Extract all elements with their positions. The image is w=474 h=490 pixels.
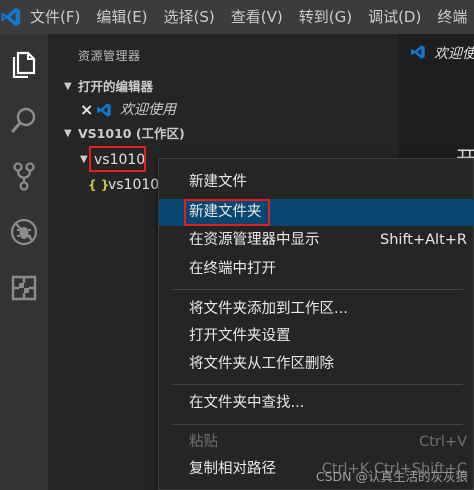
open-editors-label: 打开的编辑器 (78, 79, 154, 94)
menu-item-remove-folder-from-workspace[interactable]: 将文件夹从工作区删除 (159, 351, 474, 378)
menu-item-reveal-in-explorer[interactable]: 在资源管理器中显示 Shift+Alt+R (159, 227, 474, 254)
menu-item-new-folder[interactable]: 新建文件夹 (159, 199, 474, 226)
menu-item-find-in-folder[interactable]: 在文件夹中查找... (159, 390, 474, 417)
menu-item-label: 新建文件 (189, 174, 247, 190)
chevron-down-icon: ▼ (64, 128, 72, 139)
vscode-logo-icon (0, 0, 22, 34)
menu-item-label: 在资源管理器中显示 (189, 232, 320, 248)
menu-item-paste[interactable]: 粘贴 Ctrl+V (159, 429, 474, 456)
editor-tab[interactable]: 欢迎使 (398, 34, 474, 70)
menu-item-label: 复制相对路径 (189, 461, 276, 477)
menu-item-label: 打开文件夹设置 (189, 328, 291, 344)
menu-item-label: 粘贴 (189, 434, 218, 450)
workspace-header[interactable]: ▼ VS1010 (工作区) (48, 123, 398, 145)
open-editors-header[interactable]: ▼ 打开的编辑器 (48, 76, 398, 98)
vscode-file-icon (410, 44, 426, 64)
menu-separator (173, 289, 463, 290)
menu-item-label: 在终端中打开 (189, 261, 276, 277)
menu-item-new-file[interactable]: 新建文件 (159, 169, 474, 196)
search-icon[interactable] (0, 96, 48, 144)
menu-edit[interactable]: 编辑(E) (88, 0, 155, 34)
menu-separator (173, 424, 463, 425)
menu-selection[interactable]: 选择(S) (156, 0, 223, 34)
context-menu: 新建文件 新建文件夹 在资源管理器中显示 Shift+Alt+R 在终端中打开 … (158, 158, 474, 490)
open-editor-label: 欢迎使用 (120, 102, 176, 118)
extensions-icon[interactable] (0, 264, 48, 312)
menu-item-label: 在文件夹中查找... (189, 395, 305, 411)
close-icon[interactable]: × (80, 99, 93, 121)
menu-view[interactable]: 查看(V) (223, 0, 291, 34)
explorer-icon[interactable] (0, 40, 48, 88)
menu-go[interactable]: 转到(G) (291, 0, 360, 34)
title-bar: 文件(F) 编辑(E) 选择(S) 查看(V) 转到(G) 调试(D) 终端 (0, 0, 474, 34)
vscode-file-icon (96, 102, 112, 125)
debug-icon[interactable] (0, 208, 48, 256)
editor-tab-label: 欢迎使 (434, 46, 474, 62)
menu-terminal[interactable]: 终端 (429, 0, 474, 34)
open-editor-item[interactable]: × 欢迎使用 (48, 99, 398, 121)
workspace-label: VS1010 (工作区) (78, 126, 185, 141)
menu-item-shortcut: Ctrl+V (419, 434, 467, 450)
sidebar-title: 资源管理器 (78, 49, 141, 63)
menu-separator (173, 384, 463, 385)
menu-debug[interactable]: 调试(D) (360, 0, 429, 34)
menu-item-open-in-terminal[interactable]: 在终端中打开 (159, 256, 474, 283)
menu-item-label: 新建文件夹 (189, 204, 262, 220)
menu-item-add-folder-to-workspace[interactable]: 将文件夹添加到工作区... (159, 296, 474, 323)
chevron-down-icon: ▼ (64, 81, 72, 92)
menu-file[interactable]: 文件(F) (22, 0, 88, 34)
activity-bar (0, 34, 48, 490)
menu-item-open-folder-settings[interactable]: 打开文件夹设置 (159, 323, 474, 350)
menu-item-shortcut: Shift+Alt+R (380, 232, 467, 248)
watermark: CSDN @认真生活的灰灰狼 (315, 469, 468, 484)
source-control-icon[interactable] (0, 152, 48, 200)
menu-item-label: 将文件夹从工作区删除 (189, 356, 334, 372)
chevron-down-icon: ▼ (80, 154, 88, 165)
folder-label: vs1010 (94, 152, 146, 168)
c-file-icon: { } (88, 178, 110, 192)
menu-item-label: 将文件夹添加到工作区... (189, 301, 348, 317)
